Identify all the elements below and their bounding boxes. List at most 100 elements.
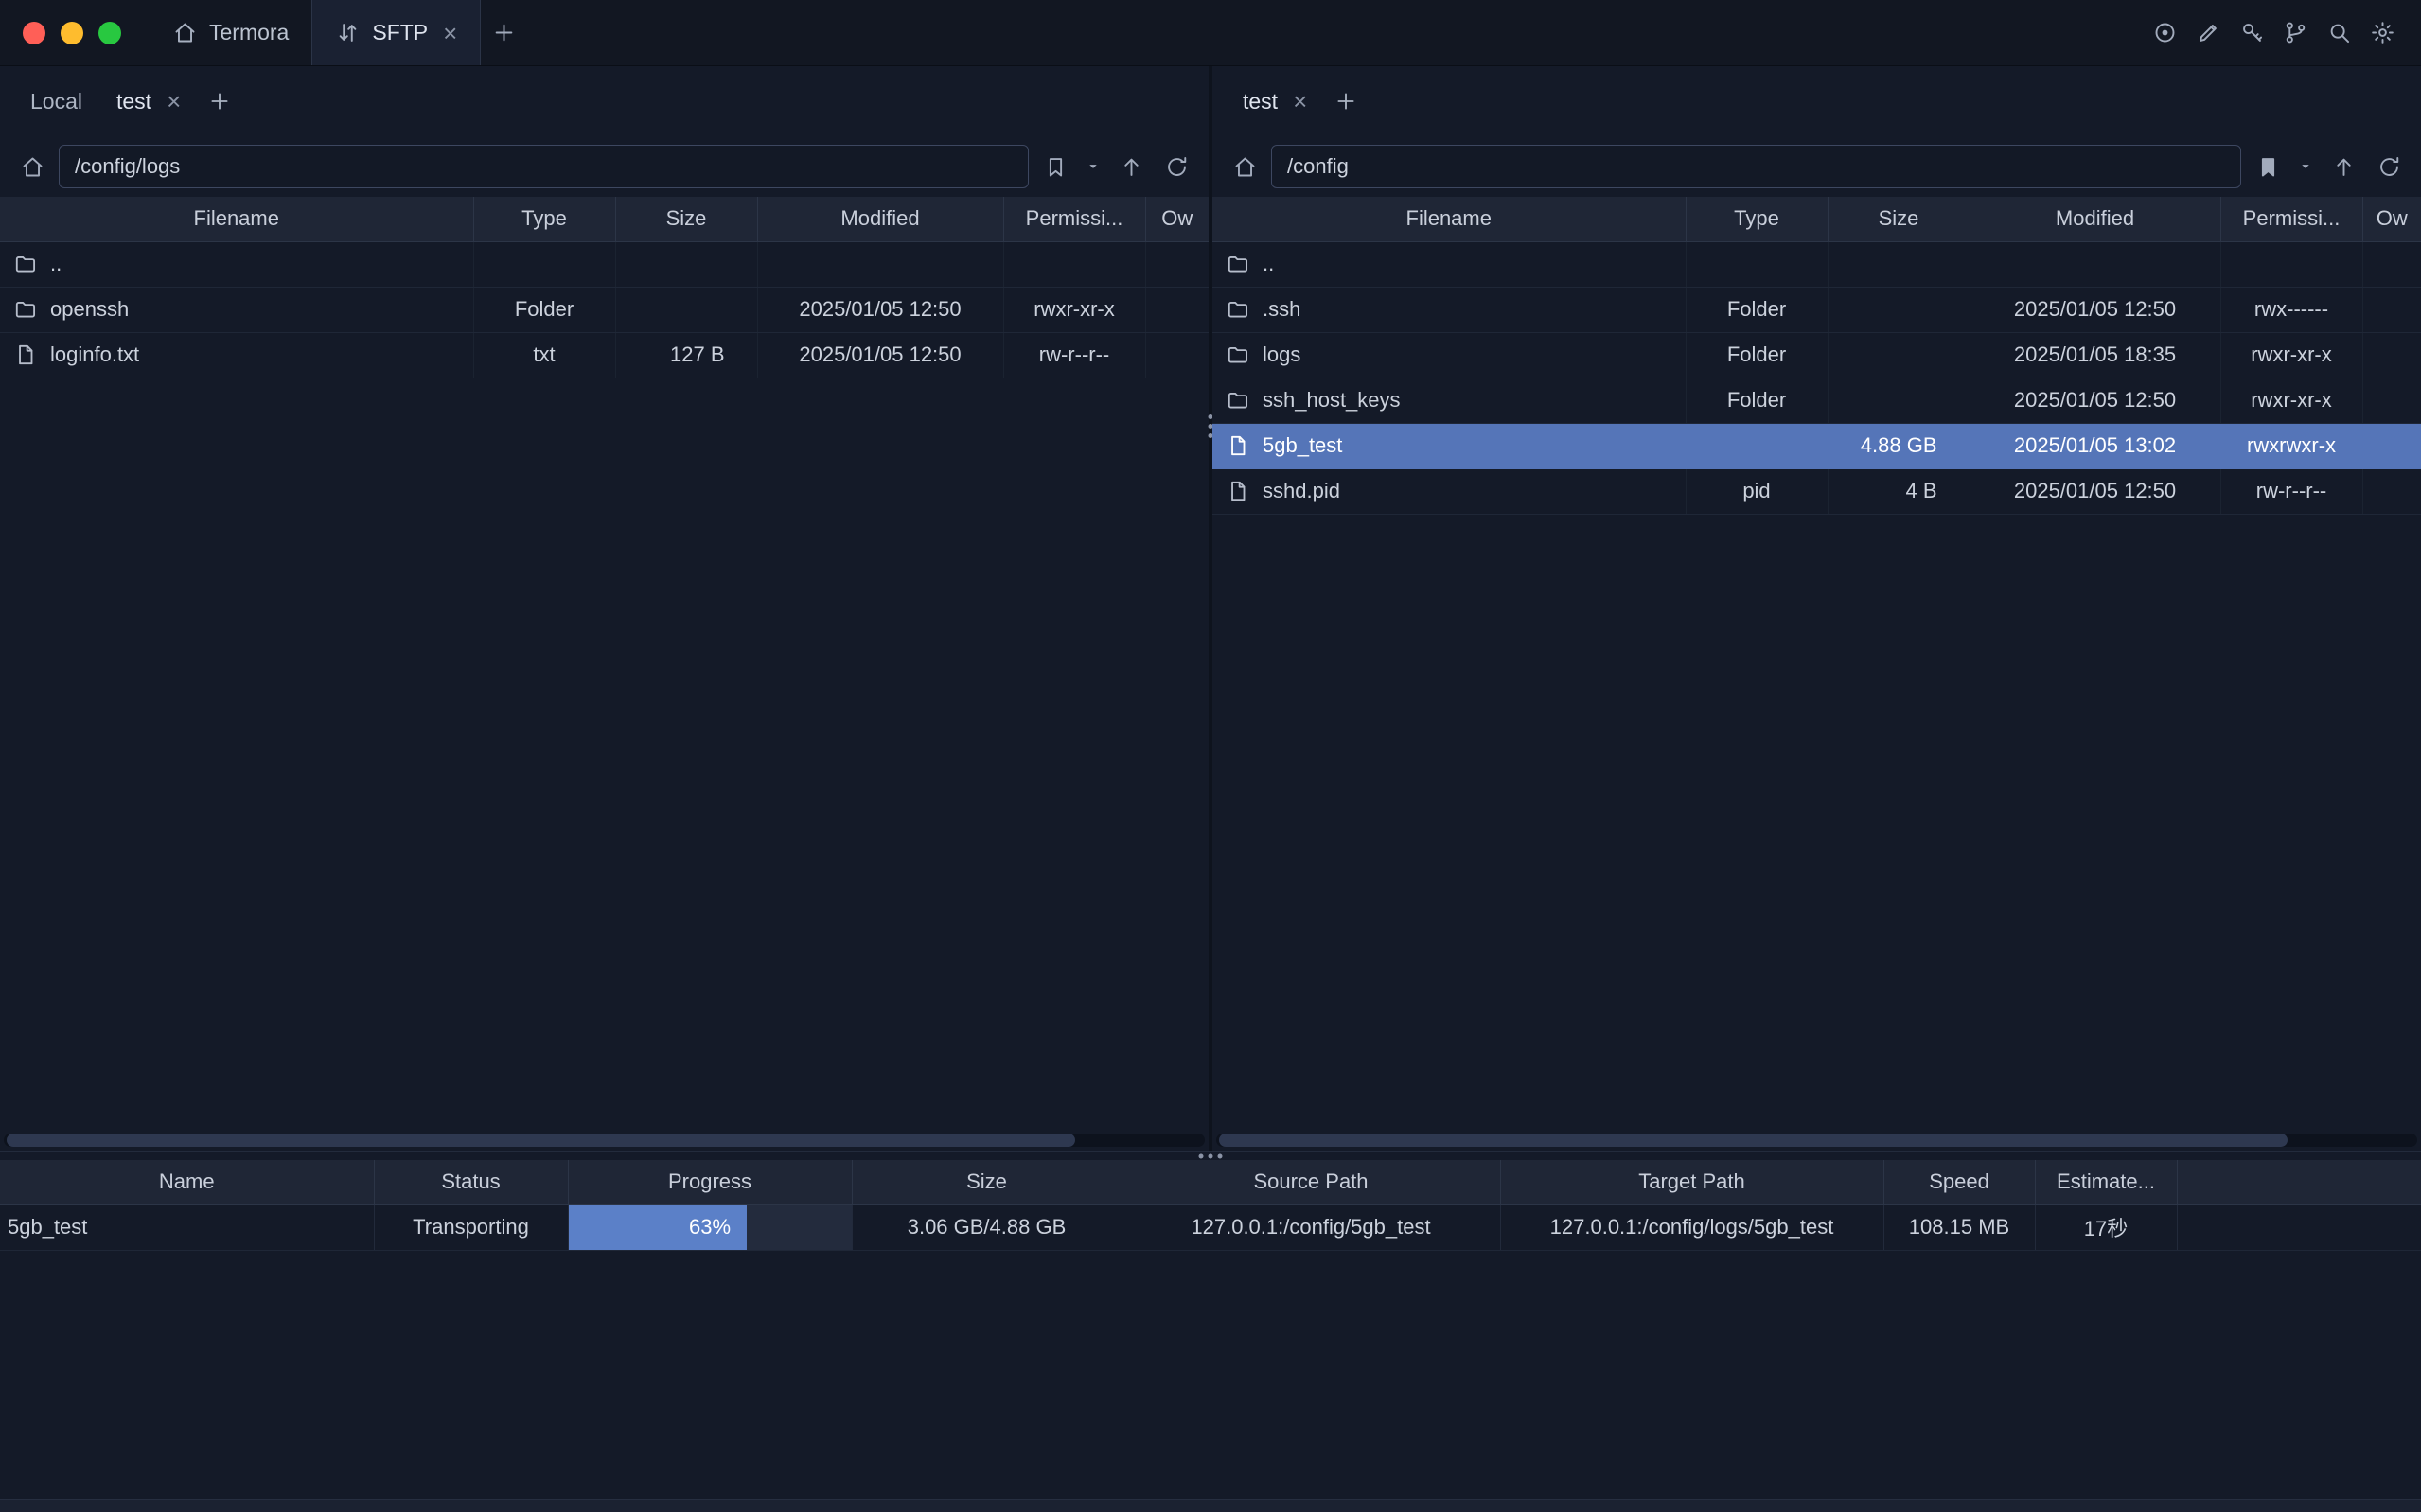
left-horizontal-scrollbar[interactable] <box>4 1134 1205 1147</box>
left-bookmark-dropdown-button[interactable] <box>1082 145 1104 188</box>
column-header-ow[interactable]: Ow <box>2362 197 2421 241</box>
app-tab-termora[interactable]: Termora <box>150 0 311 65</box>
cell-owner <box>2362 468 2421 514</box>
cell-size <box>1828 241 1970 287</box>
left-home-button[interactable] <box>13 145 51 188</box>
column-header-type[interactable]: Type <box>1686 197 1828 241</box>
transfer-column-header-speed[interactable]: Speed <box>1883 1160 2035 1204</box>
edit-button[interactable] <box>2186 0 2230 65</box>
refresh-icon <box>2377 154 2402 180</box>
panel-tab-test[interactable]: test× <box>99 79 198 124</box>
file-row-..[interactable]: .. <box>0 241 1209 287</box>
file-icon <box>1226 433 1250 458</box>
edit-icon <box>2196 20 2221 45</box>
transfer-row-5gb_test[interactable]: 5gb_testTransporting63%3.06 GB/4.88 GB12… <box>0 1204 2421 1250</box>
transfer-column-header-estimate[interactable]: Estimate... <box>2035 1160 2177 1204</box>
transfer-column-header-name[interactable]: Name <box>0 1160 374 1204</box>
right-parent-dir-button[interactable] <box>2324 145 2362 188</box>
filename-text: sshd.pid <box>1263 479 1340 503</box>
file-row-5gb_test[interactable]: 5gb_test4.88 GB2025/01/05 13:02rwxrwxr-x <box>1212 423 2421 468</box>
minimize-button[interactable] <box>61 22 83 44</box>
filename-text: .. <box>50 252 62 276</box>
file-row-logs[interactable]: logsFolder2025/01/05 18:35rwxr-xr-x <box>1212 332 2421 378</box>
column-header-size[interactable]: Size <box>1828 197 1970 241</box>
close-tab-icon[interactable]: × <box>1289 89 1307 114</box>
cell-target-path: 127.0.0.1:/config/logs/5gb_test <box>1500 1204 1883 1250</box>
cell-permissions: rw-r--r-- <box>2220 468 2362 514</box>
left-path-input[interactable] <box>59 145 1029 188</box>
right-path-input[interactable] <box>1271 145 2241 188</box>
column-header-modified[interactable]: Modified <box>757 197 1003 241</box>
cell-size <box>1828 332 1970 378</box>
cell-permissions: rwxr-xr-x <box>2220 378 2362 423</box>
record-button[interactable] <box>2143 0 2186 65</box>
file-row-loginfo.txt[interactable]: loginfo.txttxt127 B2025/01/05 12:50rw-r-… <box>0 332 1209 378</box>
cell-filename: .ssh <box>1212 287 1686 332</box>
bookmark-filled-icon <box>2255 154 2281 180</box>
column-header-permissi[interactable]: Permissi... <box>1003 197 1145 241</box>
horizontal-splitter[interactable] <box>0 1151 2421 1160</box>
left-refresh-button[interactable] <box>1157 145 1195 188</box>
plus-icon <box>1334 89 1358 114</box>
right-bookmark-dropdown-button[interactable] <box>2294 145 2317 188</box>
right-horizontal-scrollbar-thumb[interactable] <box>1219 1134 2288 1147</box>
transfer-column-header-blank[interactable] <box>2177 1160 2421 1204</box>
file-row-.ssh[interactable]: .sshFolder2025/01/05 12:50rwx------ <box>1212 287 2421 332</box>
column-header-modified[interactable]: Modified <box>1970 197 2220 241</box>
left-new-tab-button[interactable] <box>198 79 241 123</box>
transfer-column-header-size[interactable]: Size <box>852 1160 1122 1204</box>
file-row-sshd.pid[interactable]: sshd.pidpid4 B2025/01/05 12:50rw-r--r-- <box>1212 468 2421 514</box>
settings-button[interactable] <box>2360 0 2404 65</box>
column-header-filename[interactable]: Filename <box>1212 197 1686 241</box>
left-horizontal-scrollbar-thumb[interactable] <box>7 1134 1075 1147</box>
file-row-ssh_host_keys[interactable]: ssh_host_keysFolder2025/01/05 12:50rwxr-… <box>1212 378 2421 423</box>
key-button[interactable] <box>2230 0 2273 65</box>
panel-tab-test[interactable]: test× <box>1226 79 1324 124</box>
column-header-type[interactable]: Type <box>473 197 615 241</box>
column-header-size[interactable]: Size <box>615 197 757 241</box>
filename-text: openssh <box>50 297 129 322</box>
folder-icon <box>13 297 38 322</box>
filename-text: loginfo.txt <box>50 343 139 367</box>
right-home-button[interactable] <box>1226 145 1264 188</box>
cell-filename: 5gb_test <box>1212 423 1686 468</box>
right-horizontal-scrollbar[interactable] <box>1216 1134 2417 1147</box>
cell-size <box>1828 378 1970 423</box>
right-bookmark-button[interactable] <box>2249 145 2287 188</box>
cell-filename: .. <box>0 241 473 287</box>
zoom-button[interactable] <box>98 22 121 44</box>
horizontal-splitter-handle[interactable] <box>1199 1153 1223 1158</box>
column-header-permissi[interactable]: Permissi... <box>2220 197 2362 241</box>
transfer-body: 5gb_testTransporting63%3.06 GB/4.88 GB12… <box>0 1204 2421 1250</box>
cell-type: Folder <box>473 287 615 332</box>
cell-estimate: 17秒 <box>2035 1204 2177 1250</box>
close-tab-icon[interactable]: × <box>439 21 457 45</box>
cell-owner <box>1145 332 1209 378</box>
right-new-tab-button[interactable] <box>1324 79 1368 123</box>
transfer-column-header-targetpath[interactable]: Target Path <box>1500 1160 1883 1204</box>
left-bookmark-button[interactable] <box>1036 145 1074 188</box>
column-header-ow[interactable]: Ow <box>1145 197 1209 241</box>
cell-filename: openssh <box>0 287 473 332</box>
titlebar: Termora SFTP × <box>0 0 2421 66</box>
new-app-tab-button[interactable] <box>481 0 526 65</box>
file-row-openssh[interactable]: opensshFolder2025/01/05 12:50rwxr-xr-x <box>0 287 1209 332</box>
right-refresh-button[interactable] <box>2370 145 2408 188</box>
close-button[interactable] <box>23 22 45 44</box>
transfer-column-header-progress[interactable]: Progress <box>568 1160 852 1204</box>
app-tab-sftp[interactable]: SFTP × <box>311 0 481 65</box>
close-tab-icon[interactable]: × <box>163 89 181 114</box>
arrow-up-icon <box>2331 154 2357 180</box>
transfer-column-header-sourcepath[interactable]: Source Path <box>1122 1160 1500 1204</box>
search-button[interactable] <box>2317 0 2360 65</box>
transfer-column-header-status[interactable]: Status <box>374 1160 568 1204</box>
column-header-filename[interactable]: Filename <box>0 197 473 241</box>
left-file-panel: Localtest× <box>0 66 1209 1151</box>
cell-filename: ssh_host_keys <box>1212 378 1686 423</box>
left-parent-dir-button[interactable] <box>1112 145 1150 188</box>
panel-tab-local[interactable]: Local <box>13 79 99 124</box>
chevron-down-icon <box>2297 158 2314 175</box>
git-branch-button[interactable] <box>2273 0 2317 65</box>
cell-transfer-name: 5gb_test <box>0 1204 374 1250</box>
file-row-..[interactable]: .. <box>1212 241 2421 287</box>
